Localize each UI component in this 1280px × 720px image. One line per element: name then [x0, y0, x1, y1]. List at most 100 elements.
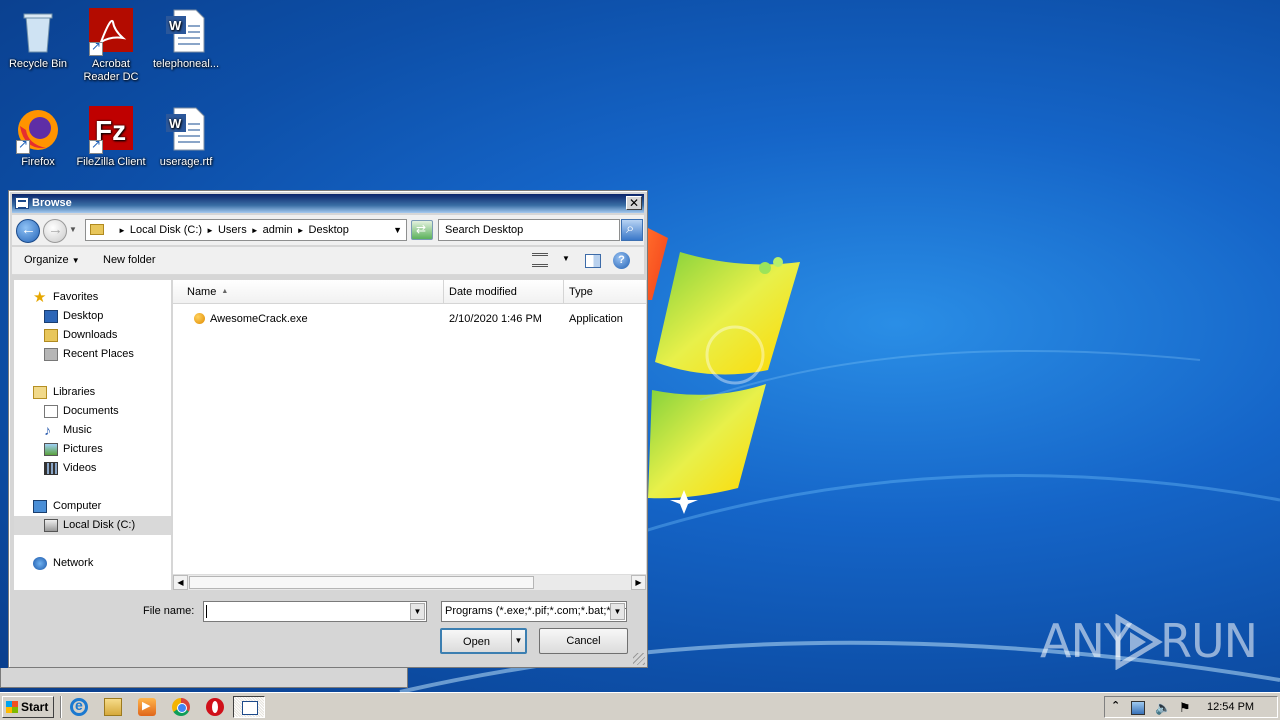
file-type-filter[interactable]: Programs (*.exe;*.pif;*.com;*.bat;*.cmd)… [441, 601, 627, 622]
chevron-down-icon[interactable]: ▼ [610, 603, 625, 620]
desktop-icon-telephoneal[interactable]: W telephoneal... [148, 8, 224, 71]
refresh-icon[interactable] [411, 220, 433, 240]
volume-icon[interactable]: 🔈 [1155, 701, 1171, 715]
breadcrumb-users[interactable]: Users [218, 220, 247, 240]
chevron-down-icon[interactable]: ▼ [562, 254, 570, 263]
open-button[interactable]: Open ▼ [440, 628, 527, 654]
scroll-right-icon[interactable]: ▶ [631, 575, 646, 590]
resize-grip-icon[interactable] [633, 653, 645, 665]
horizontal-scrollbar[interactable]: ◀ ▶ [173, 574, 646, 590]
preview-pane-icon[interactable] [585, 254, 601, 268]
nav-videos[interactable]: Videos [14, 459, 171, 478]
desktop-icon-recycle-bin[interactable]: Recycle Bin [0, 8, 76, 71]
start-button[interactable]: Start [2, 696, 54, 718]
search-icon[interactable] [621, 219, 643, 241]
clock[interactable]: 12:54 PM [1207, 701, 1254, 713]
recent-places-icon [44, 348, 58, 361]
breadcrumb-separator[interactable]: ► [297, 221, 305, 241]
organize-button[interactable]: Organize ▼ [24, 254, 80, 266]
nav-pictures[interactable]: Pictures [14, 440, 171, 459]
svg-text:W: W [169, 18, 182, 33]
local-disk-icon [44, 519, 58, 532]
libraries-icon [33, 386, 47, 399]
address-dropdown-icon[interactable]: ▼ [393, 220, 402, 240]
nav-downloads[interactable]: Downloads [14, 326, 171, 345]
scroll-left-icon[interactable]: ◀ [173, 575, 188, 590]
navigation-bar: ▼ ►Local Disk (C:)►Users►admin►Desktop ▼… [12, 215, 644, 245]
desktop-icon [44, 310, 58, 323]
file-type-filter-value: Programs (*.exe;*.pif;*.com;*.bat;*.cmd) [445, 605, 627, 617]
breadcrumb-separator[interactable]: ► [118, 221, 126, 241]
cancel-button[interactable]: Cancel [539, 628, 628, 654]
pictures-icon [44, 443, 58, 456]
scrollbar-thumb[interactable] [189, 576, 534, 589]
desktop-icon-firefox[interactable]: Firefox [0, 106, 76, 169]
file-name-input[interactable]: ▼ [203, 601, 427, 622]
view-options-icon[interactable] [532, 253, 548, 267]
command-toolbar: Organize ▼ New folder ▼ ? [12, 247, 644, 275]
nav-network[interactable]: Network [14, 554, 171, 573]
breadcrumb-admin[interactable]: admin [263, 220, 293, 240]
show-hidden-icons[interactable]: ⌃ [1111, 699, 1120, 712]
firefox-icon [14, 106, 62, 154]
dialog-titlebar[interactable]: Browse ✕ [12, 194, 644, 213]
nav-favorites[interactable]: ★ Favorites [14, 288, 171, 307]
internet-explorer-icon[interactable] [70, 697, 88, 716]
forward-icon[interactable] [43, 219, 67, 243]
recent-pages-dropdown-icon[interactable]: ▼ [69, 225, 77, 234]
nav-label: Network [53, 557, 94, 569]
nav-label: Favorites [53, 291, 99, 303]
address-bar[interactable]: ► Local Disk (C:) ► Users ► admin ► Desktop ▼ [85, 219, 407, 241]
column-header-date-modified[interactable]: Date modified [444, 280, 564, 304]
breadcrumb-local-disk[interactable]: Local Disk (C:) [130, 220, 202, 240]
chevron-down-icon[interactable]: ▼ [511, 630, 525, 652]
nav-documents[interactable]: Documents [14, 402, 171, 421]
file-explorer-icon[interactable] [104, 698, 122, 716]
new-folder-button[interactable]: New folder [103, 254, 156, 266]
chevron-down-icon: ▼ [71, 256, 80, 265]
taskbar-browse-window[interactable] [233, 696, 265, 718]
network-tray-icon[interactable] [1131, 701, 1145, 715]
chrome-icon[interactable] [172, 698, 190, 716]
play-logo-icon [1115, 614, 1163, 670]
file-type: Application [569, 313, 623, 325]
search-input[interactable]: Search Desktop [438, 219, 620, 241]
action-center-flag-icon[interactable]: ⚑ [1179, 701, 1193, 715]
opera-icon[interactable] [206, 698, 224, 716]
word-doc-icon: W [162, 8, 210, 56]
nav-music[interactable]: ♪ Music [14, 421, 171, 440]
column-header-type[interactable]: Type [564, 280, 646, 304]
folder-icon [90, 224, 104, 235]
close-button[interactable]: ✕ [626, 196, 642, 210]
taskbar: Start ⌃ 🔈 ⚑ 12:54 PM [0, 692, 1280, 720]
nav-label: Videos [63, 462, 97, 474]
column-header-name[interactable]: Name ▲ [173, 280, 444, 304]
desktop-icon-label: Firefox [21, 156, 55, 168]
breadcrumb-desktop[interactable]: Desktop [309, 220, 349, 240]
media-player-icon[interactable] [138, 698, 156, 716]
breadcrumb-separator[interactable]: ► [251, 221, 259, 241]
desktop-icon-acrobat[interactable]: Acrobat Reader DC [73, 8, 149, 84]
desktop-icon-filezilla[interactable]: Fz FileZilla Client [73, 106, 149, 169]
breadcrumb-separator[interactable]: ► [206, 221, 214, 241]
nav-computer[interactable]: Computer [14, 497, 171, 516]
desktop-icon-label: FileZilla Client [76, 156, 146, 168]
nav-desktop[interactable]: Desktop [14, 307, 171, 326]
help-icon[interactable]: ? [613, 252, 630, 269]
file-row[interactable]: AwesomeCrack.exe 2/10/2020 1:46 PM Appli… [173, 308, 646, 330]
nav-recent-places[interactable]: Recent Places [14, 345, 171, 364]
nav-libraries[interactable]: Libraries [14, 383, 171, 402]
svg-text:W: W [169, 116, 182, 131]
desktop-icon-label: userage.rtf [159, 156, 213, 168]
anyrun-watermark: ANY RUN [1040, 612, 1258, 672]
nav-label: Local Disk (C:) [63, 519, 136, 531]
nav-label: Documents [63, 405, 119, 417]
background-window [0, 668, 408, 688]
start-label: Start [21, 700, 49, 714]
chevron-down-icon[interactable]: ▼ [410, 603, 425, 620]
back-icon[interactable] [16, 219, 40, 243]
star-icon: ★ [33, 289, 47, 306]
desktop-icon-userage[interactable]: W userage.rtf [148, 106, 224, 169]
windows-logo-icon [6, 701, 18, 713]
nav-local-disk[interactable]: Local Disk (C:) [14, 516, 171, 535]
